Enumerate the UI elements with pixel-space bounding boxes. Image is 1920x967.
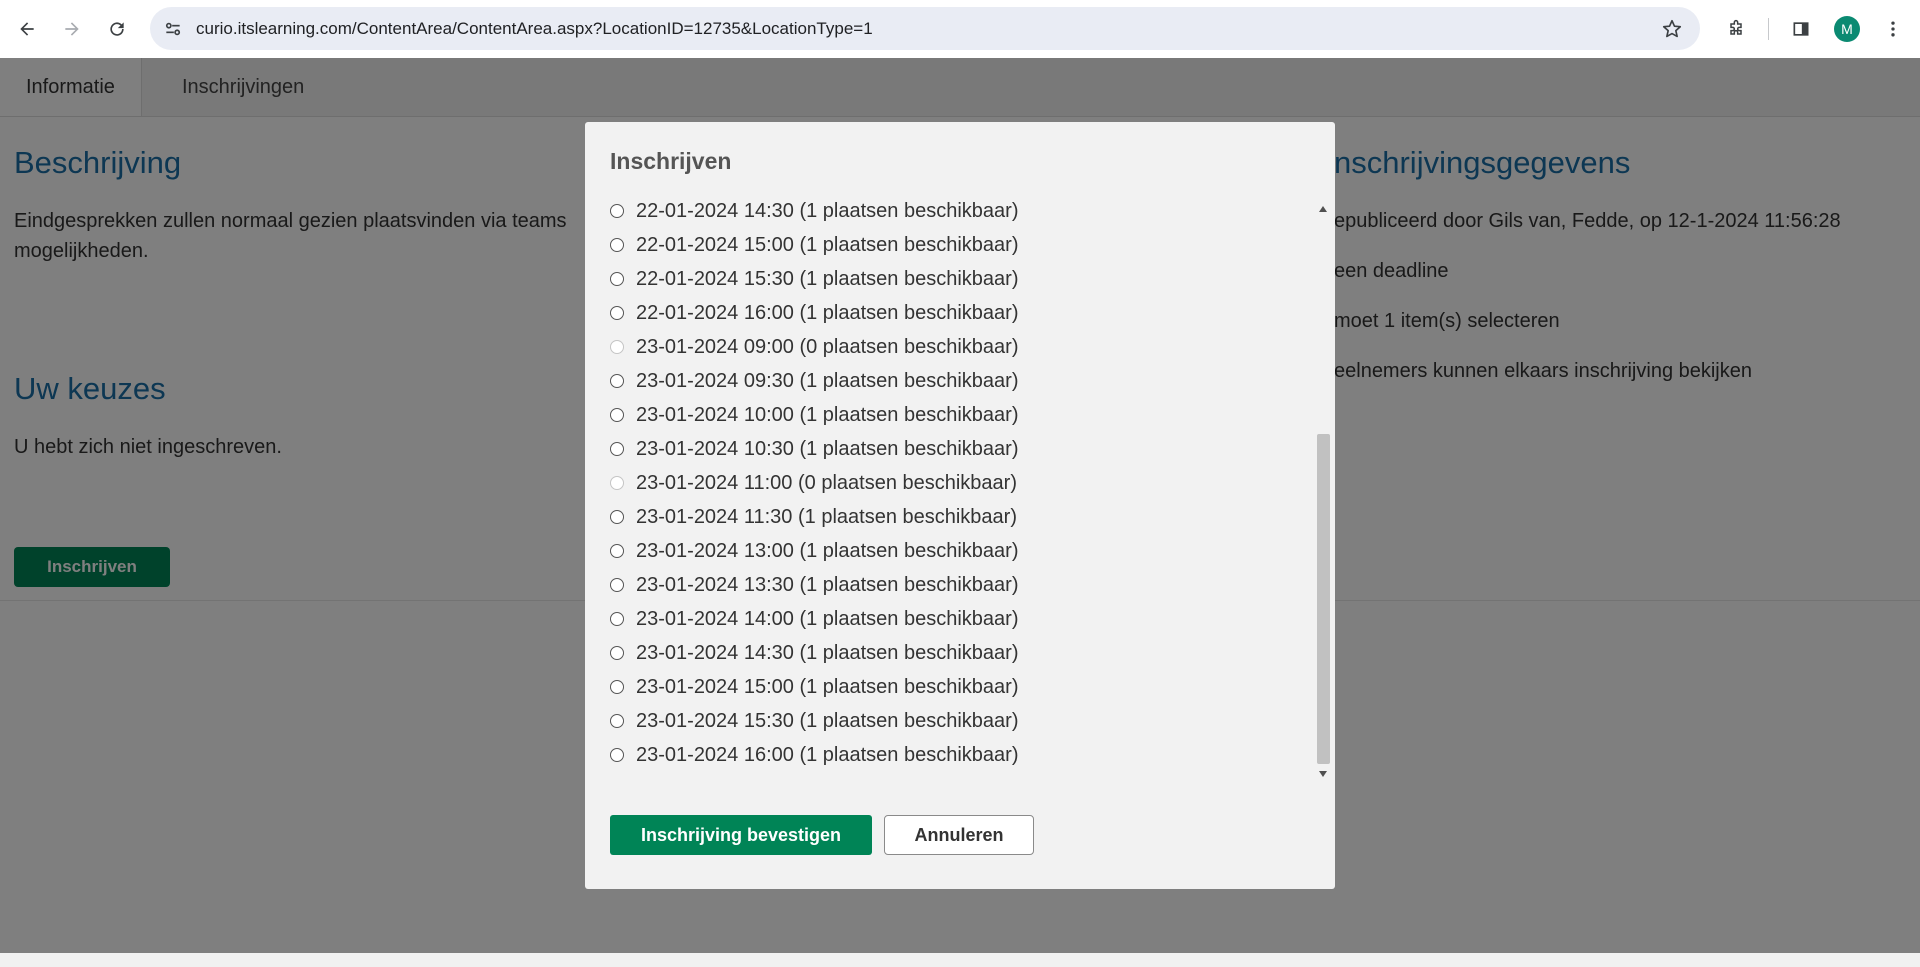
browser-toolbar: curio.itslearning.com/ContentArea/Conten… [0,0,1920,58]
reload-icon[interactable] [100,12,134,46]
radio-button[interactable] [610,748,624,762]
timeslot-option[interactable]: 22-01-2024 14:30 (1 plaatsen beschikbaar… [610,194,1018,228]
timeslot-option[interactable]: 23-01-2024 11:30 (1 plaatsen beschikbaar… [610,500,1017,534]
radio-button[interactable] [610,510,624,524]
url-text[interactable]: curio.itslearning.com/ContentArea/Conten… [196,19,873,39]
radio-button[interactable] [610,408,624,422]
timeslot-option[interactable]: 22-01-2024 15:00 (1 plaatsen beschikbaar… [610,228,1018,262]
timeslot-label: 22-01-2024 14:30 (1 plaatsen beschikbaar… [636,199,1019,222]
timeslot-option[interactable]: 22-01-2024 16:00 (1 plaatsen beschikbaar… [610,296,1018,330]
radio-button[interactable] [610,680,624,694]
timeslot-option: 23-01-2024 09:00 (0 plaatsen beschikbaar… [610,330,1018,364]
timeslot-label: 22-01-2024 15:00 (1 plaatsen beschikbaar… [636,233,1019,256]
timeslot-option[interactable]: 23-01-2024 15:30 (1 plaatsen beschikbaar… [610,704,1018,738]
timeslot-label: 23-01-2024 10:30 (1 plaatsen beschikbaar… [636,437,1019,460]
timeslot-label: 23-01-2024 14:00 (1 plaatsen beschikbaar… [636,607,1019,630]
timeslot-label: 22-01-2024 16:00 (1 plaatsen beschikbaar… [636,301,1019,324]
radio-button[interactable] [610,272,624,286]
radio-button[interactable] [610,442,624,456]
radio-button [610,340,624,354]
scrollbar[interactable] [1315,202,1331,777]
radio-button[interactable] [610,578,624,592]
more-menu-icon[interactable] [1876,12,1910,46]
timeslot-label: 23-01-2024 15:30 (1 plaatsen beschikbaar… [636,709,1019,732]
radio-button[interactable] [610,204,624,218]
timeslot-label: 23-01-2024 11:00 (0 plaatsen beschikbaar… [636,471,1017,494]
cancel-button[interactable]: Annuleren [884,815,1034,855]
timeslot-option[interactable]: 23-01-2024 13:00 (1 plaatsen beschikbaar… [610,534,1018,568]
radio-button[interactable] [610,714,624,728]
timeslot-option[interactable]: 22-01-2024 15:30 (1 plaatsen beschikbaar… [610,262,1018,296]
address-bar[interactable]: curio.itslearning.com/ContentArea/Conten… [150,7,1700,50]
timeslot-label: 22-01-2024 15:30 (1 plaatsen beschikbaar… [636,267,1019,290]
radio-button[interactable] [610,646,624,660]
timeslot-option[interactable]: 23-01-2024 16:00 (1 plaatsen beschikbaar… [610,738,1018,769]
timeslot-label: 23-01-2024 09:00 (0 plaatsen beschikbaar… [636,335,1019,358]
timeslot-label: 23-01-2024 11:30 (1 plaatsen beschikbaar… [636,505,1017,528]
site-info-icon[interactable] [160,16,186,42]
scroll-down-icon[interactable] [1319,771,1327,777]
timeslot-label: 23-01-2024 13:00 (1 plaatsen beschikbaar… [636,539,1019,562]
timeslot-label: 23-01-2024 13:30 (1 plaatsen beschikbaar… [636,573,1019,596]
timeslot-option[interactable]: 23-01-2024 15:00 (1 plaatsen beschikbaar… [610,670,1018,704]
scroll-up-icon[interactable] [1319,206,1327,212]
forward-icon[interactable] [55,12,89,46]
profile-avatar[interactable]: M [1834,16,1860,42]
timeslot-option[interactable]: 23-01-2024 13:30 (1 plaatsen beschikbaar… [610,568,1018,602]
timeslot-label: 23-01-2024 15:00 (1 plaatsen beschikbaar… [636,675,1019,698]
radio-button [610,476,624,490]
timeslot-label: 23-01-2024 10:00 (1 plaatsen beschikbaar… [636,403,1019,426]
radio-button[interactable] [610,544,624,558]
confirm-enrollment-button[interactable]: Inschrijving bevestigen [610,815,872,855]
bookmark-star-icon[interactable] [1660,17,1684,41]
timeslot-option[interactable]: 23-01-2024 09:30 (1 plaatsen beschikbaar… [610,364,1018,398]
radio-button[interactable] [610,306,624,320]
scrollbar-thumb[interactable] [1317,434,1330,764]
footer-strip [0,953,1920,967]
timeslot-option[interactable]: 23-01-2024 10:30 (1 plaatsen beschikbaar… [610,432,1018,466]
timeslot-list: 22-01-2024 14:30 (1 plaatsen beschikbaar… [610,194,1330,769]
radio-button[interactable] [610,238,624,252]
timeslot-label: 23-01-2024 14:30 (1 plaatsen beschikbaar… [636,641,1019,664]
radio-button[interactable] [610,374,624,388]
back-icon[interactable] [10,12,44,46]
timeslot-option: 23-01-2024 11:00 (0 plaatsen beschikbaar… [610,466,1017,500]
dialog-title: Inschrijven [610,148,732,174]
timeslot-option[interactable]: 23-01-2024 14:30 (1 plaatsen beschikbaar… [610,636,1018,670]
extensions-icon[interactable] [1719,12,1753,46]
timeslot-option[interactable]: 23-01-2024 10:00 (1 plaatsen beschikbaar… [610,398,1018,432]
toolbar-divider [1768,18,1769,40]
timeslot-label: 23-01-2024 16:00 (1 plaatsen beschikbaar… [636,743,1019,766]
timeslot-option[interactable]: 23-01-2024 14:00 (1 plaatsen beschikbaar… [610,602,1018,636]
timeslot-label: 23-01-2024 09:30 (1 plaatsen beschikbaar… [636,369,1019,392]
radio-button[interactable] [610,612,624,626]
side-panel-icon[interactable] [1784,12,1818,46]
enroll-dialog: Inschrijven 22-01-2024 14:30 (1 plaatsen… [585,122,1335,889]
